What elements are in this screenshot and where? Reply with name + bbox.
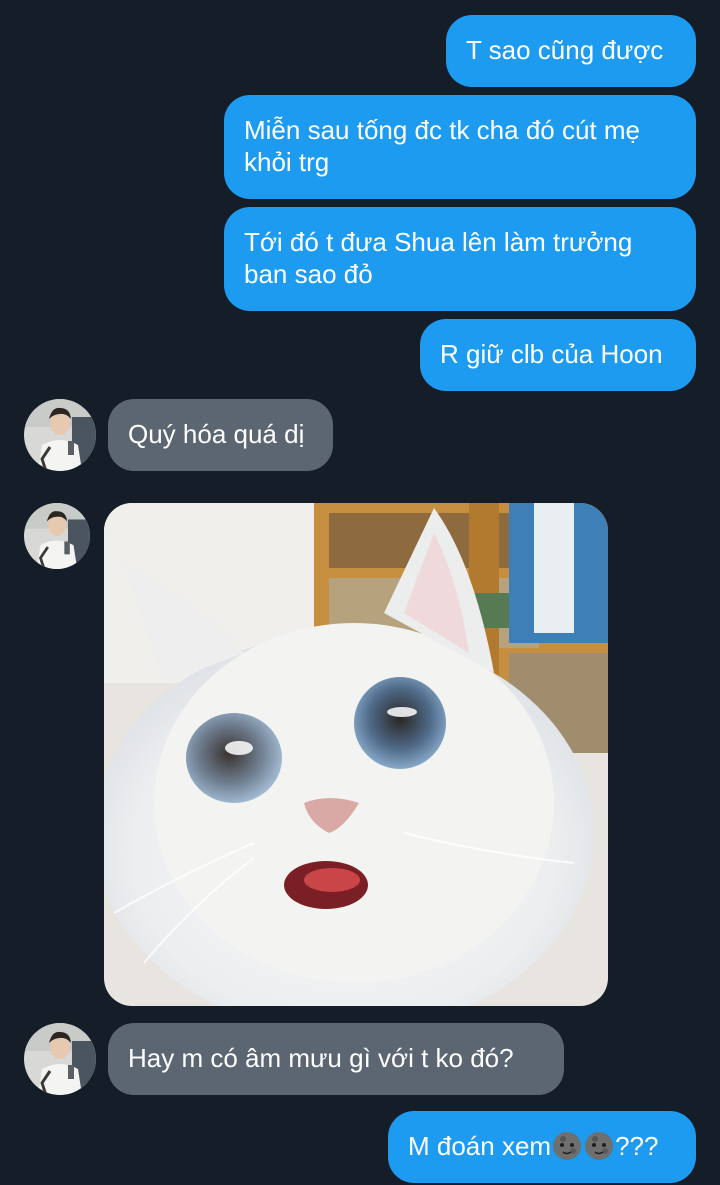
shared-image-cat[interactable] xyxy=(104,503,608,1006)
message-text: T sao cũng được xyxy=(466,35,664,65)
contact-avatar[interactable] xyxy=(24,503,90,569)
message-bubble-sent[interactable]: Tới đó t đưa Shua lên làm trưởng ban sao… xyxy=(224,207,696,311)
new-moon-face-icon xyxy=(552,1131,582,1161)
message-bubble-sent[interactable]: Miễn sau tống đc tk cha đó cút mẹ khỏi t… xyxy=(224,95,696,199)
contact-avatar[interactable] xyxy=(24,399,96,471)
new-moon-face-icon xyxy=(584,1131,614,1161)
message-text-suffix: ??? xyxy=(615,1131,659,1161)
message-bubble-received[interactable]: Quý hóa quá dị xyxy=(108,399,333,471)
message-bubble-sent[interactable]: T sao cũng được xyxy=(446,15,696,87)
message-text: Miễn sau tống đc tk cha đó cút mẹ khỏi t… xyxy=(244,115,640,177)
cat-photo xyxy=(104,503,608,1006)
message-text: Quý hóa quá dị xyxy=(128,419,305,449)
avatar-image xyxy=(24,399,96,471)
avatar-image xyxy=(24,1023,96,1095)
message-text: R giữ clb của Hoon xyxy=(440,339,663,369)
message-text: Tới đó t đưa Shua lên làm trưởng ban sao… xyxy=(244,227,633,289)
message-text: M đoán xem xyxy=(408,1131,552,1161)
message-bubble-sent[interactable]: M đoán xem??? xyxy=(388,1111,696,1183)
message-text: Hay m có âm mưu gì với t ko đó? xyxy=(128,1043,514,1073)
message-bubble-sent[interactable]: R giữ clb của Hoon xyxy=(420,319,696,391)
contact-avatar[interactable] xyxy=(24,1023,96,1095)
avatar-image xyxy=(24,503,90,569)
message-bubble-received[interactable]: Hay m có âm mưu gì với t ko đó? xyxy=(108,1023,564,1095)
